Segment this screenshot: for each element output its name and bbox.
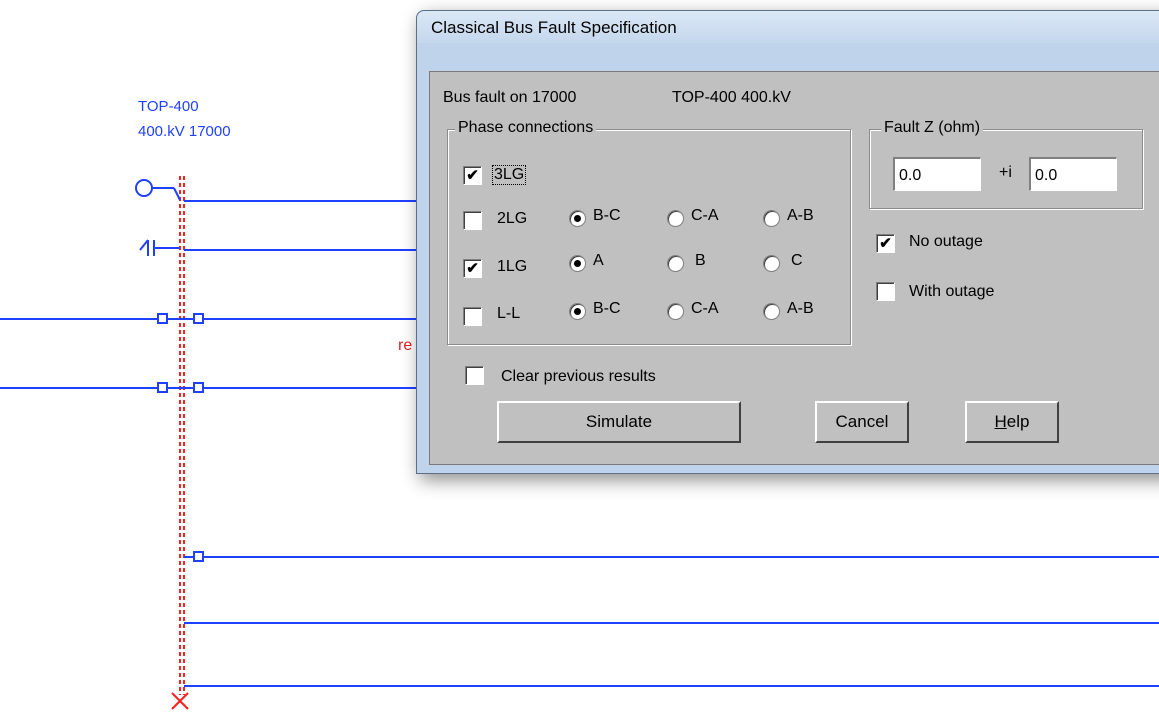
help-mnemonic: H <box>994 412 1007 431</box>
breaker-icon[interactable] <box>193 382 204 393</box>
bus-fault-name: TOP-400 400.kV <box>672 89 791 106</box>
ll-ab-label[interactable]: A-B <box>787 300 814 318</box>
ll-ca-radio[interactable] <box>667 303 684 320</box>
2lg-bc-radio[interactable] <box>569 210 586 227</box>
dialog-title: Classical Bus Fault Specification <box>431 18 677 37</box>
breaker-icon[interactable] <box>193 551 204 562</box>
ll-bc-label[interactable]: B-C <box>593 300 621 318</box>
with-outage-checkbox[interactable] <box>876 282 895 301</box>
2lg-label[interactable]: 2LG <box>497 210 527 228</box>
partial-red-label: re <box>398 337 413 354</box>
title-bar[interactable]: Classical Bus Fault Specification <box>417 11 1159 43</box>
1lg-b-label[interactable]: B <box>695 252 706 270</box>
2lg-ab-label[interactable]: A-B <box>787 207 814 225</box>
help-label-rest: elp <box>1006 412 1030 431</box>
bus-fault-dialog: Classical Bus Fault Specification Bus fa… <box>416 10 1159 474</box>
fault-z-imag-input[interactable]: 0.0 <box>1029 157 1117 191</box>
3lg-label[interactable]: 3LG <box>492 165 527 185</box>
ll-ca-label[interactable]: C-A <box>691 300 719 318</box>
1lg-c-label[interactable]: C <box>791 252 803 270</box>
bus-fault-label: Bus fault on 17000 <box>443 89 577 106</box>
help-button[interactable]: Help <box>965 401 1059 443</box>
1lg-c-radio[interactable] <box>763 255 780 272</box>
generator-icon[interactable] <box>135 179 153 197</box>
breaker-icon[interactable] <box>157 313 168 324</box>
cancel-button[interactable]: Cancel <box>815 401 909 443</box>
ll-ab-radio[interactable] <box>763 303 780 320</box>
bus-voltage-label: 400.kV 17000 <box>138 123 231 140</box>
simulate-button[interactable]: Simulate <box>497 401 741 443</box>
3lg-checkbox[interactable]: ✔ <box>463 166 482 185</box>
clear-previous-checkbox[interactable] <box>465 366 484 385</box>
ll-bc-radio[interactable] <box>569 303 586 320</box>
2lg-ab-radio[interactable] <box>763 210 780 227</box>
2lg-ca-label[interactable]: C-A <box>691 207 719 225</box>
fault-marker-icon <box>171 692 189 710</box>
ll-checkbox[interactable] <box>463 307 482 326</box>
1lg-label[interactable]: 1LG <box>497 258 527 276</box>
no-outage-checkbox[interactable]: ✔ <box>876 234 895 253</box>
1lg-b-radio[interactable] <box>667 255 684 272</box>
bus-name-label: TOP-400 <box>138 98 199 115</box>
ll-label[interactable]: L-L <box>497 305 520 323</box>
clear-previous-label[interactable]: Clear previous results <box>501 368 656 386</box>
no-outage-label[interactable]: No outage <box>909 233 983 251</box>
2lg-bc-label[interactable]: B-C <box>593 207 621 225</box>
phase-connections-legend: Phase connections <box>455 119 597 137</box>
1lg-a-label[interactable]: A <box>593 252 604 270</box>
imag-unit-label: +i <box>999 164 1012 181</box>
2lg-ca-radio[interactable] <box>667 210 684 227</box>
fault-z-legend: Fault Z (ohm) <box>881 119 984 137</box>
2lg-checkbox[interactable] <box>463 211 482 230</box>
1lg-checkbox[interactable]: ✔ <box>463 259 482 278</box>
breaker-icon[interactable] <box>193 313 204 324</box>
breaker-icon[interactable] <box>157 382 168 393</box>
1lg-a-radio[interactable] <box>569 255 586 272</box>
with-outage-label[interactable]: With outage <box>909 283 994 301</box>
shunt-icon[interactable] <box>139 239 180 256</box>
fault-z-real-input[interactable]: 0.0 <box>893 157 981 191</box>
